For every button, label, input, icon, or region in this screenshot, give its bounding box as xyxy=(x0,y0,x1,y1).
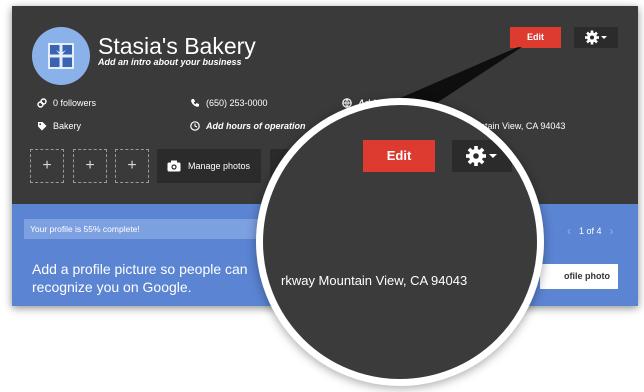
chevron-down-icon xyxy=(489,154,497,158)
zoomed-edit-button[interactable]: Edit xyxy=(363,140,435,172)
zoomed-settings-button[interactable] xyxy=(452,140,512,172)
zoom-magnifier: Edit rkway Mountain View, CA 94043 xyxy=(256,98,544,386)
gear-icon xyxy=(466,146,497,166)
zoomed-address-text: rkway Mountain View, CA 94043 xyxy=(281,273,468,288)
